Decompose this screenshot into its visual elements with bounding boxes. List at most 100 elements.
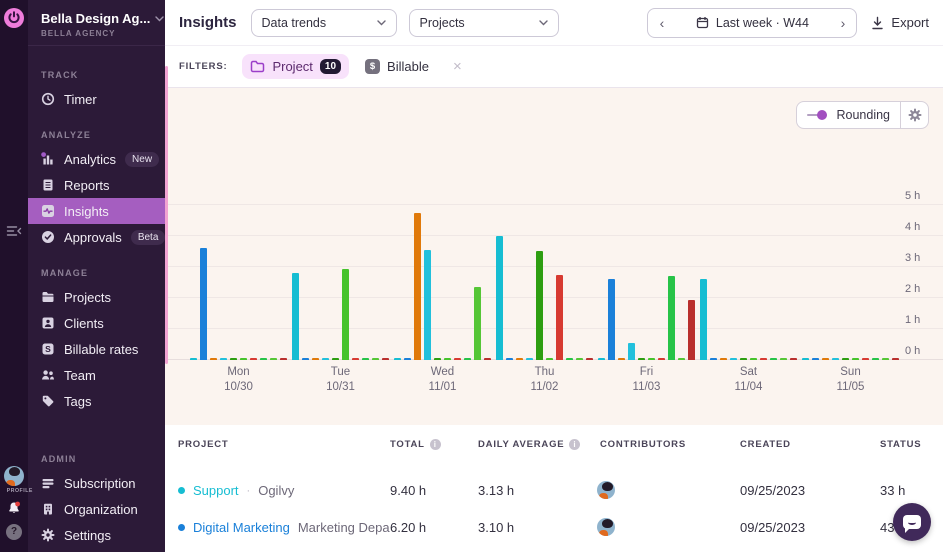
contributor-avatar[interactable] (597, 518, 615, 536)
sidebar-item-approvals[interactable]: ApprovalsBeta (28, 224, 165, 250)
clear-filters-icon[interactable]: × (453, 58, 462, 75)
bar-digital-marketing-mon[interactable] (200, 248, 207, 360)
bar-project-6-fri[interactable] (648, 358, 655, 360)
bar-support-thu[interactable] (496, 236, 503, 360)
bar-support-mon[interactable] (190, 358, 197, 360)
project-filter-chip[interactable]: Project 10 (242, 54, 349, 79)
help-icon[interactable]: ? (6, 524, 22, 540)
sidebar-item-clients[interactable]: Clients (28, 310, 165, 336)
bar-digital-marketing-sat[interactable] (710, 358, 717, 360)
date-range-button[interactable]: Last week · W44 (675, 9, 829, 37)
rounding-toggle[interactable] (807, 110, 829, 120)
bar-project-8-fri[interactable] (668, 276, 675, 360)
project-link[interactable]: Digital Marketing (193, 520, 290, 535)
bar-project-3-tue[interactable] (312, 358, 319, 360)
bar-project-7-mon[interactable] (250, 358, 257, 360)
sidebar-item-settings[interactable]: Settings (28, 522, 165, 548)
bar-project-7-sun[interactable] (862, 358, 869, 360)
bar-project-9-fri[interactable] (678, 358, 685, 360)
project-link[interactable]: Support (193, 483, 239, 498)
bar-digital-marketing-wed[interactable] (404, 358, 411, 360)
prev-week-button[interactable]: ‹ (648, 9, 675, 37)
bar-project-7-fri[interactable] (658, 358, 665, 360)
bar-project-3-sun[interactable] (822, 358, 829, 360)
bar-project-10-mon[interactable] (280, 358, 287, 360)
bar-project-8-mon[interactable] (260, 358, 267, 360)
bar-project-5-thu[interactable] (536, 251, 543, 360)
table-row-support[interactable]: Support·Ogilvy9.40 h3.13 h09/25/202333 h (165, 472, 943, 509)
bar-project-9-mon[interactable] (270, 358, 277, 360)
bar-project-8-wed[interactable] (464, 358, 471, 360)
bar-digital-marketing-thu[interactable] (506, 358, 513, 360)
scrollbar[interactable] (165, 66, 168, 364)
bar-project-9-tue[interactable] (372, 358, 379, 360)
bar-project-10-tue[interactable] (382, 358, 389, 360)
chat-widget-button[interactable] (893, 503, 931, 541)
bar-project-3-thu[interactable] (516, 358, 523, 360)
bar-project-9-wed[interactable] (474, 287, 481, 360)
collapse-sidebar-icon[interactable] (6, 224, 22, 236)
bar-project-7-tue[interactable] (352, 358, 359, 360)
sidebar-item-timer[interactable]: Timer (28, 86, 165, 112)
bar-project-3-wed[interactable] (414, 213, 421, 360)
bar-project-4-sat[interactable] (730, 358, 737, 360)
sidebar-item-reports[interactable]: Reports (28, 172, 165, 198)
bar-project-4-tue[interactable] (322, 358, 329, 360)
bar-project-6-tue[interactable] (342, 269, 349, 360)
bar-project-5-sat[interactable] (740, 358, 747, 360)
projects-select[interactable]: Projects (409, 9, 559, 37)
sidebar-item-billable-rates[interactable]: SBillable rates (28, 336, 165, 362)
bar-project-4-thu[interactable] (526, 358, 533, 360)
bar-project-5-tue[interactable] (332, 358, 339, 360)
next-week-button[interactable]: › (829, 9, 856, 37)
profile-avatar[interactable] (4, 466, 24, 486)
data-trends-select[interactable]: Data trends (251, 9, 397, 37)
info-icon[interactable]: i (569, 439, 580, 450)
bar-project-4-mon[interactable] (220, 358, 227, 360)
bar-project-6-thu[interactable] (546, 358, 553, 360)
bar-project-8-tue[interactable] (362, 358, 369, 360)
bar-project-6-sun[interactable] (852, 358, 859, 360)
bar-support-sat[interactable] (700, 279, 707, 360)
bar-project-6-mon[interactable] (240, 358, 247, 360)
sidebar-item-projects[interactable]: Projects (28, 284, 165, 310)
bar-project-7-wed[interactable] (454, 358, 461, 360)
info-icon[interactable]: i (430, 439, 441, 450)
gear-icon[interactable] (900, 102, 928, 128)
bar-project-5-mon[interactable] (230, 358, 237, 360)
sidebar-item-tags[interactable]: Tags (28, 388, 165, 414)
bar-project-3-fri[interactable] (618, 358, 625, 360)
bar-project-5-sun[interactable] (842, 358, 849, 360)
bar-digital-marketing-fri[interactable] (608, 279, 615, 360)
bar-project-6-sat[interactable] (750, 358, 757, 360)
bar-project-10-sun[interactable] (892, 358, 899, 360)
bar-project-4-wed[interactable] (424, 250, 431, 360)
bar-project-9-thu[interactable] (576, 358, 583, 360)
bar-project-10-sat[interactable] (790, 358, 797, 360)
workspace-switcher[interactable]: Bella Design Ag... BELLA AGENCY (28, 0, 165, 46)
bar-support-wed[interactable] (394, 358, 401, 360)
bar-digital-marketing-tue[interactable] (302, 358, 309, 360)
bar-project-5-fri[interactable] (638, 358, 645, 360)
bar-project-8-thu[interactable] (566, 358, 573, 360)
bar-project-8-sun[interactable] (872, 358, 879, 360)
toggl-logo-icon[interactable] (4, 8, 24, 28)
bar-digital-marketing-sun[interactable] (812, 358, 819, 360)
bar-project-8-sat[interactable] (770, 358, 777, 360)
sidebar-item-subscription[interactable]: Subscription (28, 470, 165, 496)
bar-project-9-sat[interactable] (780, 358, 787, 360)
billable-filter-chip[interactable]: $ Billable (365, 59, 429, 74)
contributor-avatar[interactable] (597, 481, 615, 499)
table-row-digital-marketing[interactable]: Digital MarketingMarketing Departn6.20 h… (165, 509, 943, 546)
bar-project-10-fri[interactable] (688, 300, 695, 360)
bar-project-7-thu[interactable] (556, 275, 563, 360)
bar-project-10-wed[interactable] (484, 358, 491, 360)
bar-project-10-thu[interactable] (586, 358, 593, 360)
notifications-bell-icon[interactable] (7, 501, 21, 515)
bar-project-4-sun[interactable] (832, 358, 839, 360)
bar-project-3-mon[interactable] (210, 358, 217, 360)
sidebar-item-organization[interactable]: Organization (28, 496, 165, 522)
export-button[interactable]: Export (869, 15, 929, 30)
bar-support-fri[interactable] (598, 358, 605, 360)
bar-project-9-sun[interactable] (882, 358, 889, 360)
